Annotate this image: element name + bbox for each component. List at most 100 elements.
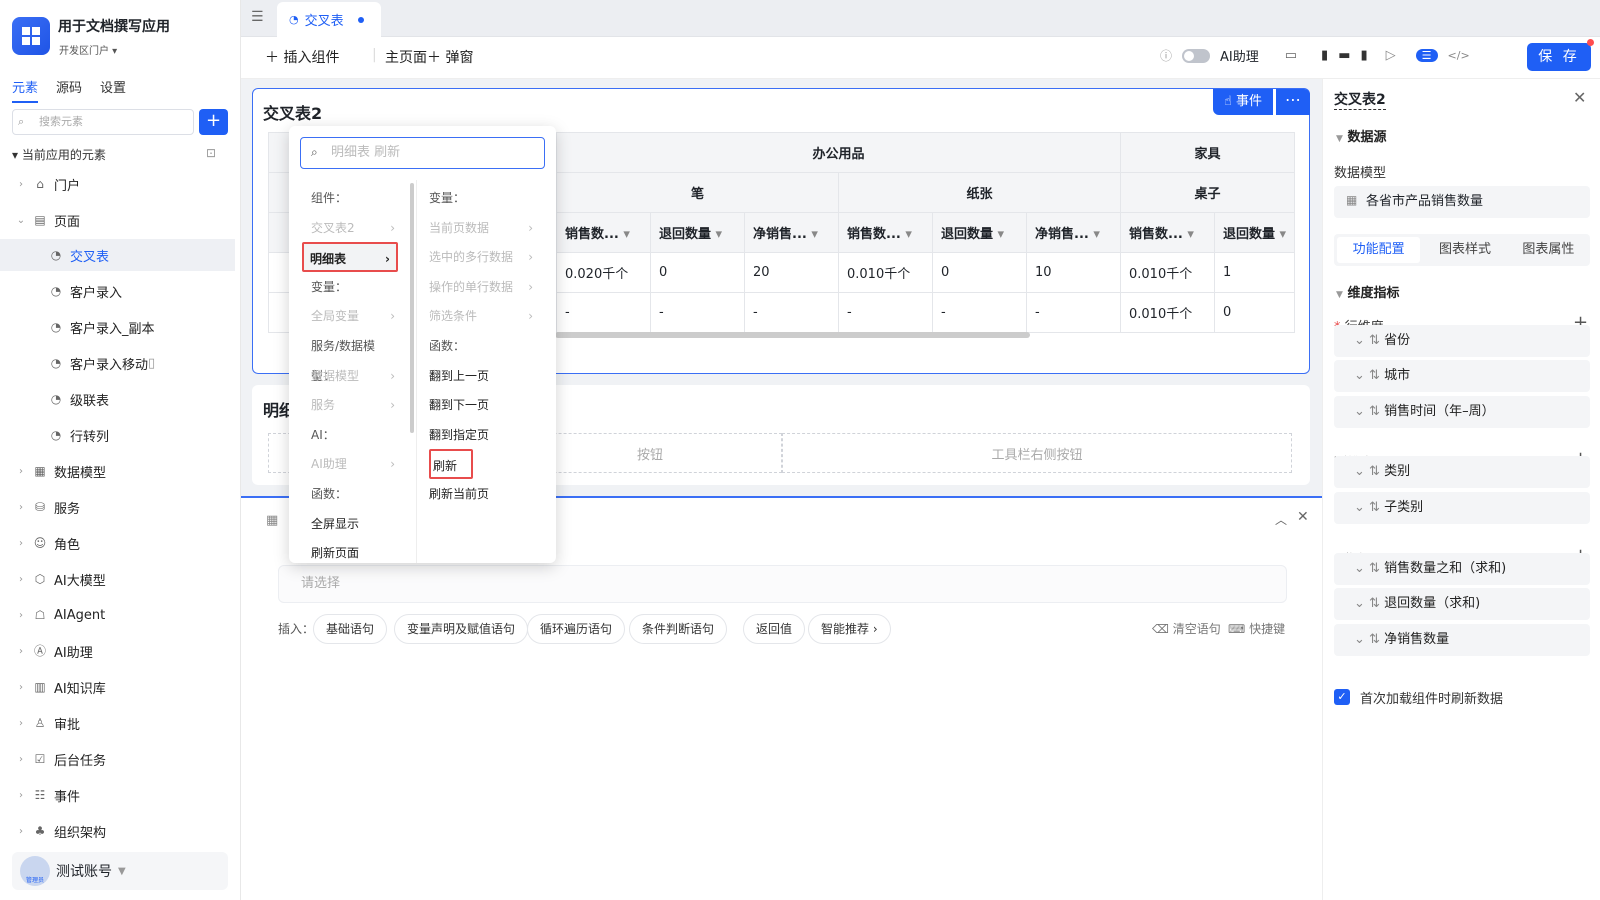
chevron-down-icon[interactable]: ⌄ [1354,596,1369,611]
tree-item[interactable]: › ♙ 审批 [0,707,235,739]
sort-icon[interactable]: ▾ [807,227,818,242]
insert-chip[interactable]: 条件判断语句 [629,614,728,644]
measure-header[interactable]: 退回数量 ▾ [650,212,745,253]
tree-item[interactable]: ◔ 客户录入 [0,275,235,307]
clear-statement-button[interactable]: ⌫ 清空语句 [1152,620,1221,637]
tree-header[interactable]: ▾ 当前应用的元素 [12,146,106,163]
chevron-down-icon[interactable]: ⌄ [1354,561,1369,576]
tree-item[interactable]: › Ⓐ AI助理 [0,635,235,667]
datasource-section[interactable]: ▼ 数据源 [1336,126,1386,145]
measure-header[interactable]: 退回数量 ▾ [932,212,1027,253]
chevron-right-icon[interactable]: › [14,466,28,477]
tree-item[interactable]: › ☷ 事件 [0,779,235,811]
chevron-down-icon[interactable]: ⌄ [14,215,28,226]
play-icon[interactable]: ▷ [1386,48,1396,63]
account-switcher[interactable]: 管理员 测试账号 ▼ [12,852,228,890]
field-chip[interactable]: ⌄ ⇅ 省份 [1334,325,1590,357]
data-model-select[interactable]: 各省市产品销售数量 [1334,186,1590,218]
tree-item[interactable]: ◔ 级联表 [0,383,235,415]
popup-item[interactable]: 翻到指定页 [429,420,539,450]
sort-icon[interactable]: ▾ [1275,227,1287,242]
tree-item[interactable]: ◔ 行转列 [0,419,235,451]
chevron-right-icon[interactable]: › [14,790,28,801]
tree-item[interactable]: ⌄ ▤ 页面 [0,204,235,236]
popup-search-input[interactable]: 明细表 刷新 [300,137,545,169]
tab-source[interactable]: 源码 [56,77,82,103]
code-icon[interactable]: </> [1448,49,1470,62]
right-panel-icon[interactable]: ▮ [1361,48,1368,63]
insert-chip[interactable]: 循环遍历语句 [527,614,626,644]
sort-icon[interactable]: ▾ [711,227,723,242]
config-mode-icon[interactable]: ☰ [1415,49,1438,62]
popup-item[interactable]: 刷新当前页 [429,479,539,509]
help-icon[interactable]: ⓘ [1160,47,1172,64]
measure-header[interactable]: 销售数... ▾ [1120,212,1215,253]
insert-chip[interactable]: 变量声明及赋值语句 [394,614,529,644]
measure-header[interactable]: 销售数... ▾ [838,212,933,253]
toolbar-right-slot[interactable]: 工具栏右侧按钮 [782,433,1292,473]
tree-item[interactable]: › ♣ 组织架构 [0,815,235,847]
sort-icon[interactable]: ▾ [993,227,1005,242]
chevron-down-icon[interactable]: ⌄ [1354,464,1369,479]
chevron-right-icon[interactable]: › [14,574,28,585]
tab-elements[interactable]: 元素 [12,77,39,103]
dims-section[interactable]: ▼ 维度指标 [1336,282,1399,301]
chevron-right-icon[interactable]: › [14,826,28,837]
event-button[interactable]: ☝ 事件 [1213,89,1273,115]
insert-component-button[interactable]: ＋ 插入组件 [265,47,339,67]
tree-item[interactable]: › ⛁ 服务 [0,491,235,523]
popup-button[interactable]: ＋ 弹窗 [427,47,473,67]
save-button[interactable]: 保 存 [1527,43,1591,71]
shortcut-button[interactable]: ⌨ 快捷键 [1228,620,1285,637]
popup-item[interactable]: 操作的单行数据 › [429,272,539,302]
bottom-panel-icon[interactable]: ▬ [1338,48,1350,63]
chevron-right-icon[interactable]: › [14,754,28,765]
main-page-button[interactable]: 主页面 [385,47,427,67]
insert-chip[interactable]: 返回值 [743,614,806,644]
close-icon[interactable]: ✕ [1573,88,1586,107]
tree-item[interactable]: › ☑ 后台任务 [0,743,235,775]
element-search-input[interactable]: 搜索元素 [12,109,194,135]
sort-icon[interactable]: ▾ [1089,227,1100,242]
app-subtitle[interactable]: 开发区门户 ▾ [59,42,117,57]
tree-item[interactable]: › ▥ AI知识库 [0,671,235,703]
action-select[interactable]: 请选择 [278,565,1287,603]
measure-header[interactable]: 销售数... ▾ [556,212,651,253]
chevron-down-icon[interactable]: ⌄ [1354,632,1369,647]
tree-item[interactable]: › ☖ AIAgent [0,599,235,631]
field-chip[interactable]: ⌄ ⇅ 城市 [1334,360,1590,392]
tree-item[interactable]: › ☺ 角色 [0,527,235,559]
chevron-right-icon[interactable]: › [14,538,28,549]
tree-item[interactable]: › ⬡ AI大模型 [0,563,235,595]
field-chip[interactable]: ⌄ ⇅ 销售时间（年–周） [1334,396,1590,428]
more-button[interactable]: ⋯ [1276,89,1310,115]
chevron-down-icon[interactable]: ⌄ [1354,368,1369,383]
insert-chip[interactable]: 智能推荐 › [808,614,891,644]
popup-item[interactable]: 筛选条件 › [429,301,539,331]
ai-toggle[interactable] [1182,48,1211,63]
sort-icon[interactable]: ▾ [901,227,912,242]
chevron-down-icon[interactable]: ⌄ [1354,404,1369,419]
tree-item[interactable]: › ⌂ 门户 [0,168,235,200]
field-chip[interactable]: ⌄ ⇅ 退回数量（求和) [1334,588,1590,620]
field-chip[interactable]: ⌄ ⇅ 销售数量之和（求和) [1334,553,1590,585]
sort-icon[interactable]: ▾ [619,227,630,242]
horizontal-scrollbar[interactable] [555,332,1030,338]
insert-chip[interactable]: 基础语句 [313,614,388,644]
field-chip[interactable]: ⌄ ⇅ 类别 [1334,456,1590,488]
popup-item[interactable]: 刷新 [429,449,473,480]
collapse-icon[interactable]: ︿ [1275,511,1287,528]
chevron-right-icon[interactable]: › [14,179,28,190]
tab-settings[interactable]: 设置 [100,77,126,103]
tab-chart-style[interactable]: 图表样式 [1423,234,1506,266]
collapse-sidebar-icon[interactable]: ☰ [251,9,264,25]
popup-item[interactable]: 翻到下一页 [429,390,539,420]
chevron-right-icon[interactable]: › [14,718,28,729]
add-element-button[interactable]: + [199,109,228,135]
tree-item[interactable]: › ▦ 数据模型 [0,455,235,487]
refresh-checkbox[interactable]: ✓ [1334,689,1350,705]
field-chip[interactable]: ⌄ ⇅ 子类别 [1334,492,1590,524]
chevron-down-icon[interactable]: ⌄ [1354,333,1369,348]
close-icon[interactable]: ✕ [1297,509,1309,525]
measure-header[interactable]: 退回数量 ▾ [1213,212,1296,253]
